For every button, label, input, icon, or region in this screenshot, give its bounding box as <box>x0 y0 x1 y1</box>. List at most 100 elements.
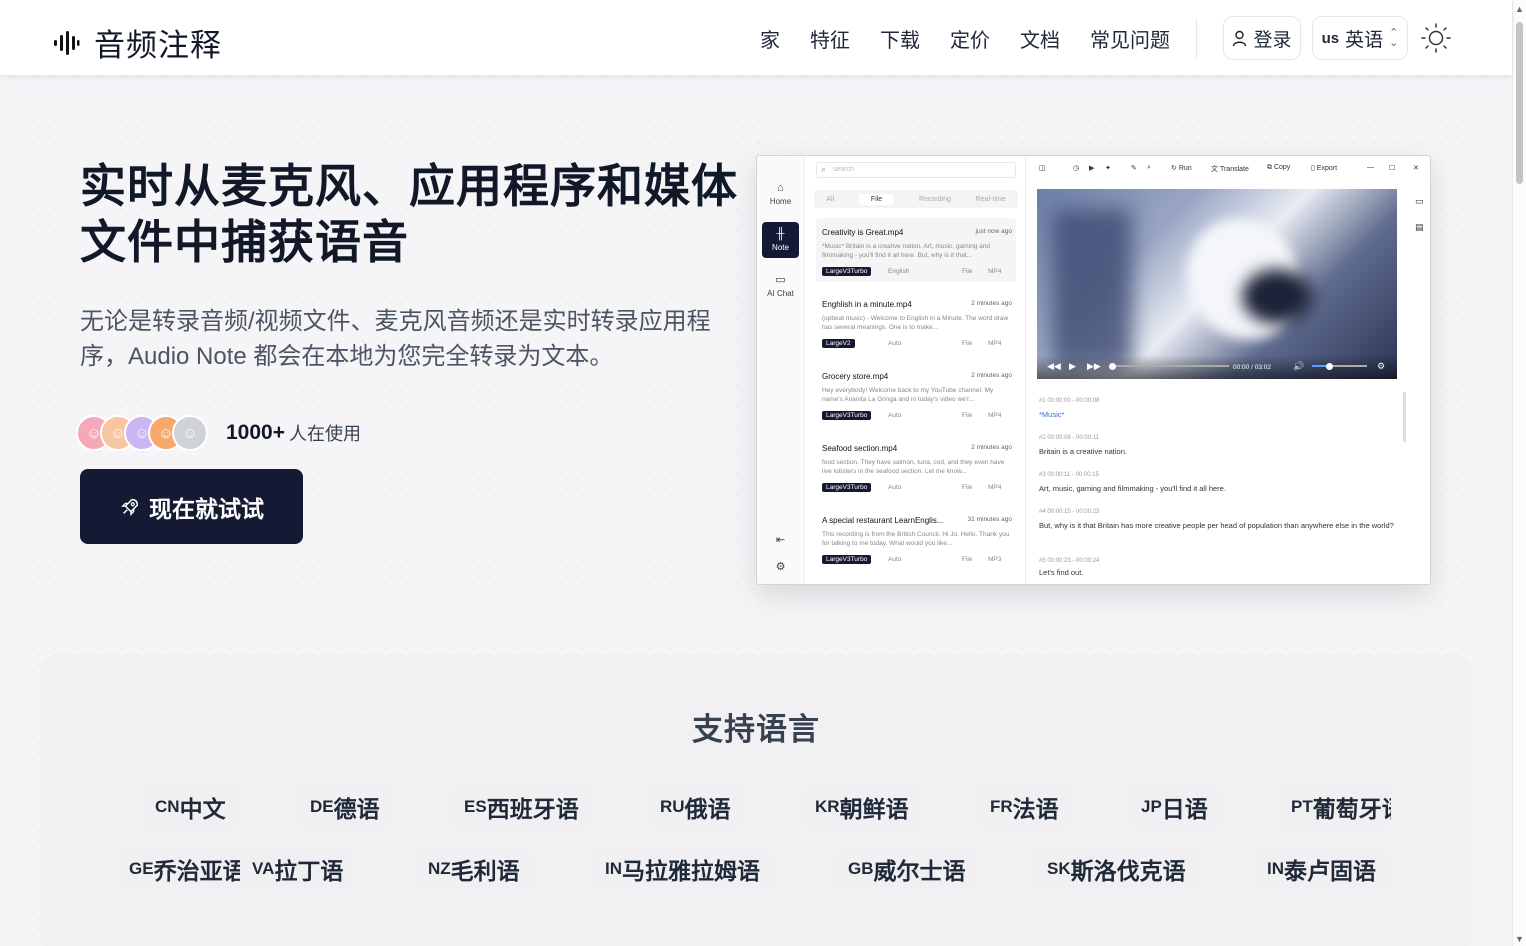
nav-features[interactable]: 特征 <box>810 24 850 53</box>
translate-button[interactable]: 文 Translate <box>1211 164 1249 174</box>
transcript-segment[interactable]: #1 00:00:00 - 00:00:08 *Music* <box>1039 398 1399 420</box>
segment-meta: #5 00:00:23 - 00:00:24 <box>1039 558 1100 564</box>
settings-icon[interactable]: ⚙ <box>1377 361 1385 372</box>
record-item[interactable]: Enghlish in a minute.mp4 2 minutes ago (… <box>816 290 1016 354</box>
search-icon[interactable]: ⌕ <box>1147 164 1151 172</box>
nav-download[interactable]: 下载 <box>880 24 920 53</box>
settings-icon[interactable]: ⚙ <box>762 557 799 577</box>
login-label: 登录 <box>1253 29 1292 51</box>
record-time: 2 minutes ago <box>971 444 1012 451</box>
progress-bar[interactable] <box>1111 365 1229 367</box>
record-item[interactable]: Seafood section.mp4 2 minutes ago food s… <box>816 434 1016 498</box>
magic-icon[interactable]: ✦ <box>1105 164 1111 172</box>
record-item[interactable]: A special restaurant LearnEnglis... 31 m… <box>816 506 1016 570</box>
nav-home[interactable]: 家 <box>760 24 780 53</box>
scroll-down-icon[interactable]: ▼ <box>1515 934 1524 944</box>
language-label: 英语 <box>1345 29 1384 51</box>
record-type: File <box>962 412 973 419</box>
copy-button[interactable]: ⧉ Copy <box>1267 164 1290 172</box>
volume-icon[interactable]: 🔊 <box>1293 361 1304 372</box>
transcript-segment[interactable]: #4 00:00:15 - 00:00:23 But, why is it th… <box>1039 509 1399 531</box>
record-item[interactable]: Grocery store.mp4 2 minutes ago Hey ever… <box>816 362 1016 426</box>
nav-pricing[interactable]: 定价 <box>950 24 990 53</box>
language-chip: PT葡萄牙语 <box>1279 786 1391 828</box>
language-chip: JP 日语 <box>1129 786 1220 828</box>
app-tab-file[interactable]: File <box>858 193 895 205</box>
export-button[interactable]: ▯ Export <box>1311 164 1337 172</box>
record-snippet: *Music* Britain is a creative nation. Ar… <box>822 243 990 259</box>
language-chip: IN 泰卢固语 <box>1255 848 1388 890</box>
transcript-scrollbar[interactable] <box>1403 392 1406 442</box>
language-select[interactable]: us 英语 ⌃ ⌄ <box>1312 16 1408 60</box>
login-button[interactable]: 登录 <box>1223 16 1301 60</box>
record-lang: Auto <box>888 484 902 491</box>
fast-forward-icon[interactable]: ▶▶ <box>1087 361 1101 372</box>
app-sidebar-note[interactable]: ╫ Note <box>762 222 799 258</box>
progress-handle[interactable] <box>1109 363 1116 370</box>
video-player[interactable]: ◀◀ ▶ ▶▶ 00:00 / 03:02 🔊 ⚙ <box>1037 189 1397 379</box>
record-time: 2 minutes ago <box>971 300 1012 307</box>
record-model-badge: LargeV3Turbo <box>822 555 872 564</box>
rewind-icon[interactable]: ◀◀ <box>1047 361 1061 372</box>
video-icon[interactable]: ▶ <box>1089 164 1094 172</box>
record-title: Enghlish in a minute.mp4 <box>822 300 912 309</box>
waveform-icon: ╫ <box>776 227 785 240</box>
run-button[interactable]: ↻ Run <box>1171 164 1192 172</box>
logout-icon[interactable]: ⇤ <box>762 530 799 550</box>
nav-docs[interactable]: 文档 <box>1020 24 1060 53</box>
chat-icon: ▭ <box>775 273 786 286</box>
segment-text: *Music* <box>1039 410 1065 419</box>
record-type: File <box>962 340 973 347</box>
chevron-updown-icon: ⌃ ⌄ <box>1389 27 1399 49</box>
scroll-thumb[interactable] <box>1516 22 1523 184</box>
record-snippet: This recording is from the British Counc… <box>822 531 1010 547</box>
record-ext: MP4 <box>988 340 1002 347</box>
close-icon[interactable]: ✕ <box>1413 164 1419 172</box>
video-controls: ◀◀ ▶ ▶▶ 00:00 / 03:02 🔊 ⚙ <box>1037 355 1397 379</box>
book-icon[interactable]: ▤ <box>1415 222 1424 233</box>
maximize-icon[interactable]: ☐ <box>1389 164 1395 172</box>
record-lang: Auto <box>888 556 902 563</box>
scroll-up-icon[interactable]: ▲ <box>1515 4 1524 14</box>
segment-text: Art, music, gaming and filmmaking - you'… <box>1039 484 1226 493</box>
edit-icon[interactable]: ✎ <box>1131 164 1137 172</box>
record-item[interactable]: Creativity is Great.mp4 just now ago *Mu… <box>816 218 1016 282</box>
app-search-input[interactable]: search <box>816 162 1016 178</box>
language-chip: VA 拉丁语 <box>240 848 356 890</box>
app-sidebar-home[interactable]: ⌂ Home <box>762 176 799 212</box>
nav-faq[interactable]: 常见问题 <box>1090 24 1170 53</box>
history-icon[interactable]: ◷ <box>1073 164 1079 172</box>
play-icon[interactable]: ▶ <box>1069 361 1076 372</box>
app-tab-all[interactable]: All <box>826 196 834 203</box>
record-time: 2 minutes ago <box>971 372 1012 379</box>
app-sidebar-ai-chat[interactable]: ▭ AI Chat <box>762 268 799 304</box>
app-tab-recording[interactable]: Recording <box>919 196 951 203</box>
page-scrollbar[interactable]: ▲ ▼ <box>1512 0 1526 946</box>
sun-icon[interactable] <box>1420 22 1452 54</box>
language-code: us <box>1321 29 1340 47</box>
comment-icon[interactable]: ▭ <box>1415 196 1424 207</box>
language-chip: ES 西班牙语 <box>452 786 591 828</box>
languages-heading: 支持语言 <box>692 712 820 747</box>
nav-divider <box>1196 18 1197 58</box>
transcript-segment[interactable]: #3 00:00:11 - 00:00:15 Art, music, gamin… <box>1039 472 1399 494</box>
volume-handle[interactable] <box>1326 363 1333 370</box>
app-main-panel: ◫ ◷ ▶ ✦ ✎ ⌕ ↻ Run 文 Translate ⧉ Copy ▯ E… <box>1027 156 1430 584</box>
brand[interactable]: 音频注释 <box>52 20 222 65</box>
record-lang: Auto <box>888 340 902 347</box>
transcript-segment[interactable]: #5 00:00:23 - 00:00:24 Let's find out. <box>1039 558 1399 578</box>
users-text: 人在使用 <box>288 424 361 444</box>
minimize-icon[interactable]: — <box>1367 164 1374 171</box>
panel-toggle-icon[interactable]: ◫ <box>1039 164 1046 172</box>
transcript-segment[interactable]: #2 00:00:08 - 00:00:11 Britain is a crea… <box>1039 435 1399 457</box>
language-chip: SK 斯洛伐克语 <box>1035 848 1198 890</box>
try-now-button[interactable]: 现在就试试 <box>80 469 303 544</box>
app-tab-realtime[interactable]: Real-time <box>976 196 1006 203</box>
user-stats: ☺ ☺ ☺ ☺ ☺ 1000+ 人在使用 <box>76 415 361 451</box>
site-header: 音频注释 家 特征 下载 定价 文档 常见问题 登录 us 英语 ⌃ ⌄ <box>0 0 1512 76</box>
record-snippet: food section. They have salmon, tuna, co… <box>822 459 1005 475</box>
hero-title-line2: 文件中捕获语音 <box>80 216 409 268</box>
record-title: Creativity is Great.mp4 <box>822 228 904 237</box>
language-chip: GE 乔治亚语 <box>117 848 258 890</box>
language-chip: CN 中文 <box>143 786 238 828</box>
